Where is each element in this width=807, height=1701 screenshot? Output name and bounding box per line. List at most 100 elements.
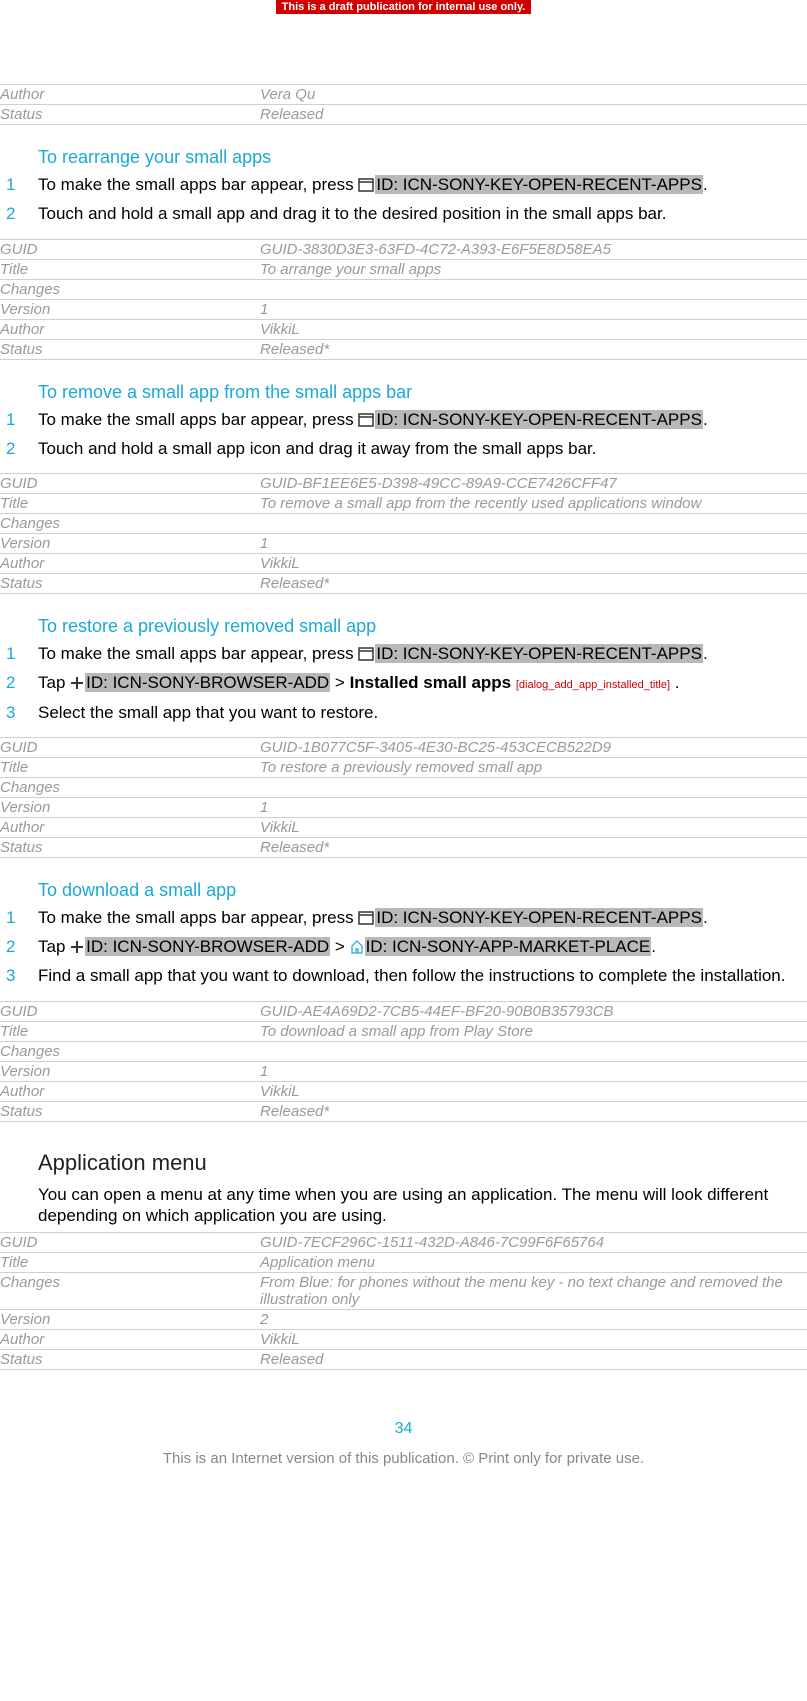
meta-value <box>260 514 807 534</box>
recent-apps-icon <box>358 176 374 197</box>
meta-label: Title <box>0 494 260 514</box>
step-item: Tap ID: ICN-SONY-BROWSER-ADD > Installed… <box>0 672 807 701</box>
meta-value: 1 <box>260 299 807 319</box>
meta-value: To remove a small app from the recently … <box>260 494 807 514</box>
meta-label: Version <box>0 797 260 817</box>
step-item: To make the small apps bar appear, press… <box>0 643 807 672</box>
meta-label: Author <box>0 319 260 339</box>
meta-label: GUID <box>0 1001 260 1021</box>
meta-label: Author <box>0 1081 260 1101</box>
meta-label: Status <box>0 1350 260 1370</box>
bracket-token: [dialog_add_app_installed_title] <box>516 679 670 691</box>
meta-value: Released <box>260 1350 807 1370</box>
meta-value: 1 <box>260 534 807 554</box>
section-heading: To remove a small app from the small app… <box>38 382 807 403</box>
steps-list: To make the small apps bar appear, press… <box>0 643 807 737</box>
step-text: To make the small apps bar appear, press <box>38 644 358 663</box>
meta-value: GUID-AE4A69D2-7CB5-44EF-BF20-90B0B35793C… <box>260 1001 807 1021</box>
id-token: ID: ICN-SONY-BROWSER-ADD <box>85 937 330 956</box>
step-text: To make the small apps bar appear, press <box>38 410 358 429</box>
meta-label: GUID <box>0 737 260 757</box>
meta-label: Author <box>0 817 260 837</box>
meta-label: Status <box>0 339 260 359</box>
step-item: Find a small app that you want to downlo… <box>0 965 807 992</box>
section-heading-major: Application menu <box>38 1150 807 1176</box>
step-text: . <box>703 644 708 663</box>
id-token: ID: ICN-SONY-BROWSER-ADD <box>85 673 330 692</box>
step-item: To make the small apps bar appear, press… <box>0 907 807 936</box>
step-text: To make the small apps bar appear, press <box>38 908 358 927</box>
draft-banner: This is a draft publication for internal… <box>276 0 532 14</box>
step-text: . <box>651 937 656 956</box>
step-text: . <box>703 410 708 429</box>
meta-value: 2 <box>260 1310 807 1330</box>
meta-value: VikkiL <box>260 1081 807 1101</box>
meta-label: Changes <box>0 1041 260 1061</box>
steps-list: To make the small apps bar appear, press… <box>0 174 807 239</box>
meta-table: GUIDGUID-3830D3E3-63FD-4C72-A393-E6F5E8D… <box>0 239 807 360</box>
plus-icon <box>70 674 84 695</box>
id-token: ID: ICN-SONY-KEY-OPEN-RECENT-APPS <box>375 644 703 663</box>
meta-label: Changes <box>0 279 260 299</box>
meta-label: Author <box>0 554 260 574</box>
footer-text: This is an Internet version of this publ… <box>0 1450 807 1467</box>
bold-text: Installed small apps <box>350 673 512 692</box>
meta-table: GUIDGUID-AE4A69D2-7CB5-44EF-BF20-90B0B35… <box>0 1001 807 1122</box>
step-item: Select the small app that you want to re… <box>0 702 807 729</box>
step-text: Tap <box>38 673 70 692</box>
meta-label: Title <box>0 1253 260 1273</box>
meta-label: Author <box>0 85 260 105</box>
meta-value: Vera Qu <box>260 85 807 105</box>
id-token: ID: ICN-SONY-APP-MARKET-PLACE <box>365 937 652 956</box>
recent-apps-icon <box>358 645 374 666</box>
steps-list: To make the small apps bar appear, press… <box>0 409 807 474</box>
step-text: . <box>703 908 708 927</box>
meta-value: Released* <box>260 574 807 594</box>
meta-value: Released <box>260 105 807 125</box>
id-token: ID: ICN-SONY-KEY-OPEN-RECENT-APPS <box>375 908 703 927</box>
meta-label: Changes <box>0 1273 260 1310</box>
meta-value: Application menu <box>260 1253 807 1273</box>
meta-table: GUIDGUID-1B077C5F-3405-4E30-BC25-453CECB… <box>0 737 807 858</box>
meta-value: Released* <box>260 1101 807 1121</box>
meta-label: Changes <box>0 777 260 797</box>
step-text: Touch and hold a small app and drag it t… <box>38 204 666 223</box>
meta-value <box>260 777 807 797</box>
meta-label: GUID <box>0 474 260 494</box>
meta-label: GUID <box>0 239 260 259</box>
meta-value: To arrange your small apps <box>260 259 807 279</box>
meta-label: Status <box>0 574 260 594</box>
meta-table: GUIDGUID-BF1EE6E5-D398-49CC-89A9-CCE7426… <box>0 473 807 594</box>
meta-value: 1 <box>260 797 807 817</box>
step-item: Touch and hold a small app icon and drag… <box>0 438 807 465</box>
meta-value <box>260 1041 807 1061</box>
meta-value: GUID-3830D3E3-63FD-4C72-A393-E6F5E8D58EA… <box>260 239 807 259</box>
step-item: Tap ID: ICN-SONY-BROWSER-ADD > ID: ICN-S… <box>0 936 807 965</box>
step-item: Touch and hold a small app and drag it t… <box>0 203 807 230</box>
meta-label: Author <box>0 1330 260 1350</box>
recent-apps-icon <box>358 411 374 432</box>
step-text: > <box>330 937 349 956</box>
meta-value: GUID-1B077C5F-3405-4E30-BC25-453CECB522D… <box>260 737 807 757</box>
step-text: Touch and hold a small app icon and drag… <box>38 439 597 458</box>
step-item: To make the small apps bar appear, press… <box>0 409 807 438</box>
id-token: ID: ICN-SONY-KEY-OPEN-RECENT-APPS <box>375 175 703 194</box>
meta-value: From Blue: for phones without the menu k… <box>260 1273 807 1310</box>
meta-value: GUID-BF1EE6E5-D398-49CC-89A9-CCE7426CFF4… <box>260 474 807 494</box>
section-heading: To download a small app <box>38 880 807 901</box>
meta-label: Status <box>0 837 260 857</box>
meta-label: Status <box>0 105 260 125</box>
meta-label: Title <box>0 1021 260 1041</box>
meta-value: VikkiL <box>260 319 807 339</box>
meta-value: Released* <box>260 837 807 857</box>
steps-list: To make the small apps bar appear, press… <box>0 907 807 1001</box>
section-heading: To restore a previously removed small ap… <box>38 616 807 637</box>
section-heading: To rearrange your small apps <box>38 147 807 168</box>
meta-value: VikkiL <box>260 1330 807 1350</box>
meta-value: 1 <box>260 1061 807 1081</box>
meta-value: GUID-7ECF296C-1511-432D-A846-7C99F6F6576… <box>260 1233 807 1253</box>
step-text: Select the small app that you want to re… <box>38 703 378 722</box>
meta-label: Version <box>0 1310 260 1330</box>
meta-table-top: AuthorVera Qu StatusReleased <box>0 84 807 125</box>
recent-apps-icon <box>358 909 374 930</box>
